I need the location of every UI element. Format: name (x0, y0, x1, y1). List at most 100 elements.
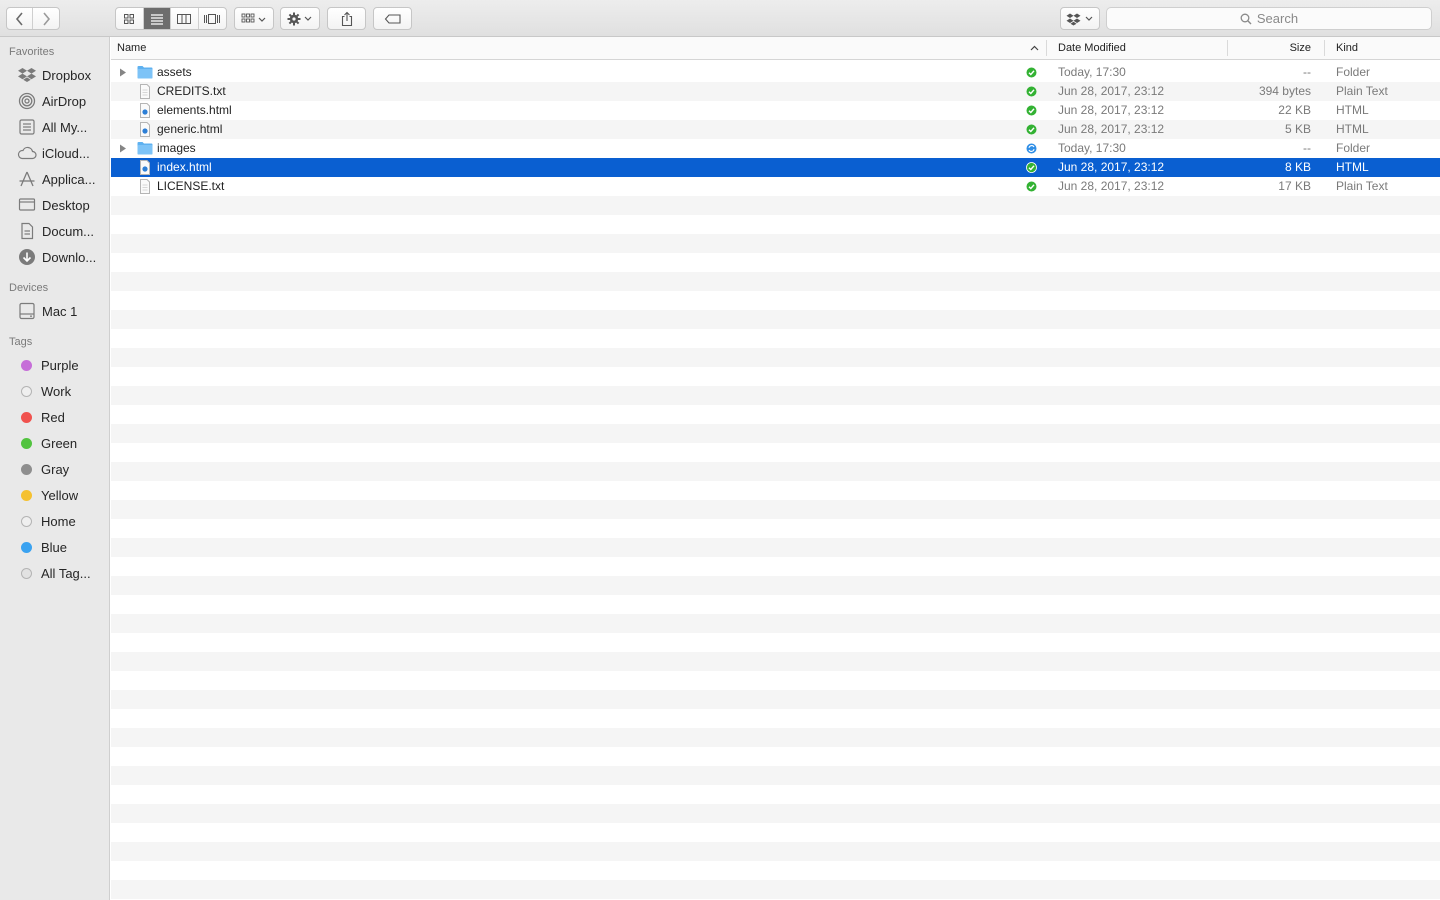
tag-item-all-tags[interactable]: All Tag... (0, 561, 109, 585)
folder-icon (137, 66, 153, 79)
file-row[interactable]: images Today, 17:30 -- Folder (111, 139, 1440, 158)
empty-tag-dot (21, 385, 32, 397)
row-stripe (111, 234, 1440, 253)
blue-tag-dot (21, 541, 32, 553)
tag-label: Red (41, 409, 65, 425)
search-icon (1240, 13, 1252, 24)
column-header-label: Size (1289, 42, 1311, 54)
sidebar-item-all-my-files[interactable]: All My... (0, 115, 109, 139)
share-button[interactable] (327, 7, 366, 30)
documents-icon (17, 221, 37, 241)
row-stripe (111, 310, 1440, 329)
navigation-buttons (6, 7, 60, 30)
gray-tag-dot (21, 463, 32, 475)
dropbox-menu-button[interactable] (1060, 7, 1100, 30)
search-field[interactable]: Search (1106, 7, 1432, 30)
column-view-button[interactable] (171, 8, 199, 29)
text-file-icon (140, 84, 150, 99)
row-stripe (111, 272, 1440, 291)
file-size: 8 KB (1284, 160, 1311, 174)
sidebar-item-applications[interactable]: Applica... (0, 167, 109, 191)
tag-label: Gray (41, 461, 70, 477)
column-divider[interactable] (1324, 40, 1325, 56)
tag-item-yellow[interactable]: Yellow (0, 483, 109, 507)
arrange-button[interactable] (234, 7, 274, 30)
file-name: generic.html (157, 122, 223, 136)
devices-header: Devices (9, 282, 49, 294)
tag-item-blue[interactable]: Blue (0, 535, 109, 559)
row-stripe (111, 652, 1440, 671)
sync-in-progress-icon (1026, 143, 1037, 154)
row-stripe (111, 462, 1440, 481)
file-row[interactable]: LICENSE.txt Jun 28, 2017, 23:12 17 KB Pl… (111, 177, 1440, 196)
sidebar-item-mac-1[interactable]: Mac 1 (0, 299, 109, 323)
row-stripe (111, 728, 1440, 747)
tags-header: Tags (9, 336, 33, 348)
icon-view-button[interactable] (116, 8, 144, 29)
file-row[interactable]: CREDITS.txt Jun 28, 2017, 23:12 394 byte… (111, 82, 1440, 101)
row-stripe (111, 576, 1440, 595)
file-name: images (157, 141, 196, 155)
file-name: elements.html (157, 103, 232, 117)
row-stripe (111, 804, 1440, 823)
column-header-kind[interactable]: Kind (1336, 37, 1436, 59)
file-date: Jun 28, 2017, 23:12 (1058, 160, 1165, 174)
sidebar-item-dropbox[interactable]: Dropbox (0, 63, 109, 87)
file-row[interactable]: elements.html Jun 28, 2017, 23:12 22 KB … (111, 101, 1440, 120)
sidebar: Favorites Dropbox AirDrop All My... iClo… (0, 37, 110, 900)
forward-button[interactable] (33, 8, 59, 29)
sidebar-item-airdrop[interactable]: AirDrop (0, 89, 109, 113)
file-name: CREDITS.txt (157, 84, 226, 98)
file-name: assets (157, 65, 192, 79)
file-row[interactable]: generic.html Jun 28, 2017, 23:12 5 KB HT… (111, 120, 1440, 139)
column-divider[interactable] (1046, 40, 1047, 56)
column-header-name[interactable]: Name (117, 37, 1017, 59)
purple-tag-dot (21, 359, 32, 371)
column-header-date[interactable]: Date Modified (1058, 37, 1218, 59)
sidebar-item-documents[interactable]: Docum... (0, 219, 109, 243)
file-row[interactable]: assets Today, 17:30 -- Folder (111, 63, 1440, 82)
view-mode-selector (115, 7, 227, 30)
tag-label: Blue (41, 539, 68, 555)
tag-label: All Tag... (41, 565, 91, 581)
favorites-header: Favorites (9, 46, 55, 58)
tag-item-red[interactable]: Red (0, 405, 109, 429)
tag-item-home[interactable]: Home (0, 509, 109, 533)
sidebar-item-desktop[interactable]: Desktop (0, 193, 109, 217)
file-size: -- (1303, 65, 1311, 79)
file-row-selected[interactable]: index.html Jun 28, 2017, 23:12 8 KB HTML (111, 158, 1440, 177)
file-size: 5 KB (1284, 122, 1311, 136)
sidebar-item-downloads[interactable]: Downlo... (0, 245, 109, 269)
file-kind: Plain Text (1336, 84, 1388, 98)
sync-complete-icon (1026, 181, 1037, 192)
action-button[interactable] (280, 7, 320, 30)
column-divider[interactable] (1227, 40, 1228, 56)
list-view-button[interactable] (143, 8, 171, 29)
back-button[interactable] (7, 8, 33, 29)
column-header-label: Name (117, 42, 147, 54)
file-size: 22 KB (1278, 103, 1311, 117)
sync-complete-icon (1026, 124, 1037, 135)
tag-item-gray[interactable]: Gray (0, 457, 109, 481)
tag-item-work[interactable]: Work (0, 379, 109, 403)
sidebar-item-icloud[interactable]: iCloud... (0, 141, 109, 165)
file-kind: HTML (1336, 103, 1369, 117)
sidebar-item-label: Docum... (42, 223, 95, 239)
tag-label: Work (41, 383, 72, 399)
disclosure-triangle-icon[interactable] (119, 144, 127, 153)
row-stripe (111, 196, 1440, 215)
sync-complete-icon (1026, 86, 1037, 97)
file-size: 17 KB (1278, 179, 1311, 193)
row-stripe (111, 690, 1440, 709)
file-kind: Folder (1336, 65, 1371, 79)
column-header-size[interactable]: Size (1229, 37, 1311, 59)
icloud-icon (17, 143, 37, 163)
disclosure-triangle-icon[interactable] (119, 68, 127, 77)
tag-item-purple[interactable]: Purple (0, 353, 109, 377)
all-my-files-icon (17, 117, 37, 137)
edit-tags-button[interactable] (373, 7, 412, 30)
file-date: Jun 28, 2017, 23:12 (1058, 122, 1165, 136)
cover-flow-view-button[interactable] (199, 8, 226, 29)
row-stripe (111, 424, 1440, 443)
tag-item-green[interactable]: Green (0, 431, 109, 455)
